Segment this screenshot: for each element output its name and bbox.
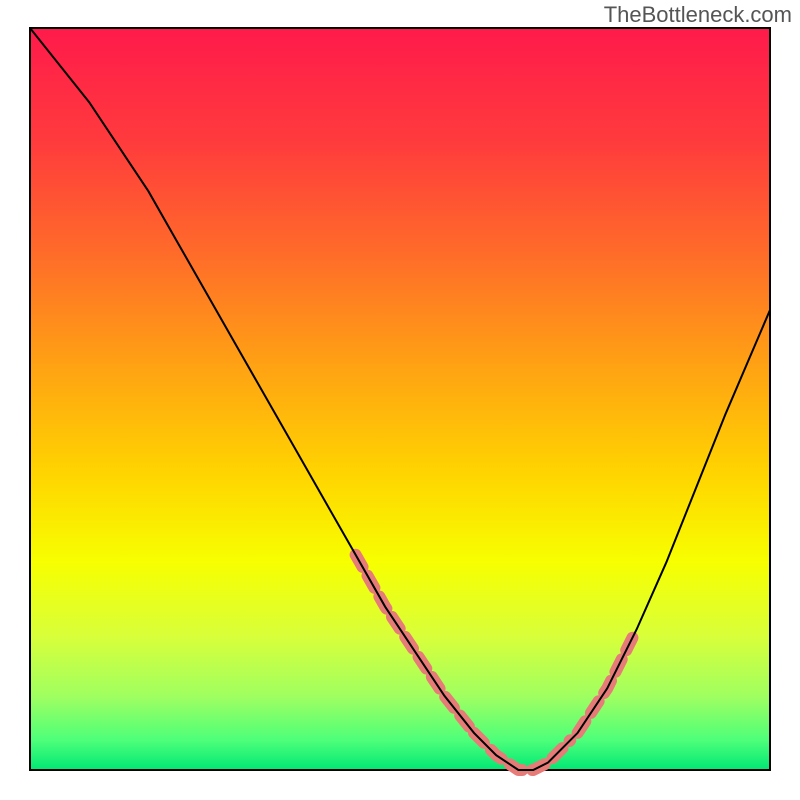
- chart-background: [30, 28, 770, 770]
- bottleneck-chart: [0, 0, 800, 800]
- watermark-text: TheBottleneck.com: [604, 2, 792, 28]
